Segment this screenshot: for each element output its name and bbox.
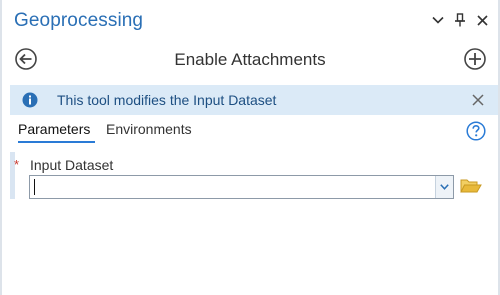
close-icon: [476, 14, 488, 26]
input-dataset-dropdown-button[interactable]: [435, 176, 453, 198]
tab-environments[interactable]: Environments: [106, 121, 192, 137]
back-arrow-icon: [15, 48, 37, 70]
pane-menu-button[interactable]: [430, 12, 446, 28]
pane-title: Geoprocessing: [14, 10, 144, 31]
required-indicator: *: [14, 157, 20, 172]
close-pane-button[interactable]: [474, 12, 490, 28]
banner-close-button[interactable]: [470, 92, 486, 108]
chevron-down-icon: [432, 16, 444, 24]
close-icon: [472, 94, 484, 106]
help-button[interactable]: [466, 121, 486, 141]
folder-icon: [460, 179, 482, 193]
banner-message: This tool modifies the Input Dataset: [57, 92, 277, 108]
pin-button[interactable]: [452, 12, 468, 28]
geoprocessing-pane: Geoprocessing Enable Attachments This to…: [0, 0, 500, 295]
tab-parameters[interactable]: Parameters: [18, 121, 90, 137]
pin-icon: [455, 13, 465, 27]
input-dataset-label: Input Dataset: [30, 157, 114, 173]
input-dataset-combobox[interactable]: [29, 175, 454, 199]
chevron-down-icon: [440, 184, 449, 190]
add-button[interactable]: [463, 47, 487, 71]
active-tab-indicator: [18, 141, 95, 143]
help-icon: [466, 121, 486, 141]
text-caret: [34, 179, 35, 195]
info-banner: This tool modifies the Input Dataset: [10, 85, 498, 115]
add-circle-icon: [464, 48, 486, 70]
back-button[interactable]: [14, 47, 38, 71]
info-icon: [22, 92, 38, 108]
pane-titlebar: Geoprocessing: [2, 0, 498, 40]
tool-title: Enable Attachments: [174, 50, 326, 69]
tool-header: Enable Attachments: [2, 42, 498, 76]
browse-button[interactable]: [460, 177, 482, 197]
